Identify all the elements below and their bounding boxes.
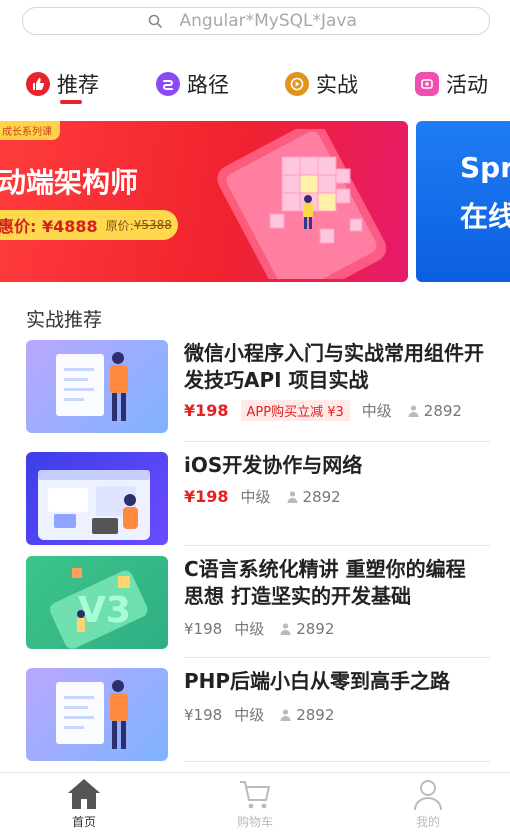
tab-label: 我的: [415, 815, 440, 829]
student-count: 2892: [287, 488, 341, 506]
path-icon: [156, 72, 180, 96]
course-price: ¥198: [184, 487, 229, 506]
course-title: PHP后端小白从零到高手之路: [184, 669, 451, 693]
divider: [184, 441, 490, 442]
course-title: 微信小程序入门与实战常用组件开发技巧API 项目实战: [184, 341, 484, 392]
thumbs-up-icon: [26, 72, 50, 96]
course-item[interactable]: 微信小程序入门与实战常用组件开发技巧API 项目实战 ¥198 APP购买立减 …: [26, 340, 490, 436]
tab-home[interactable]: 首页: [34, 777, 134, 830]
course-thumbnail: V3: [26, 556, 168, 649]
banner-price-orig: ¥5388: [133, 218, 172, 232]
course-thumbnail: [26, 668, 168, 761]
cube-phone-illustration: [217, 129, 387, 279]
course-thumbnail: [26, 452, 168, 545]
course-price: ¥198: [184, 705, 223, 724]
person-icon: [408, 404, 419, 417]
banner-line2: 在线: [460, 200, 510, 233]
nav-item-label: 实战: [316, 73, 358, 97]
svg-text:V3: V3: [78, 590, 131, 631]
person-icon: [287, 490, 298, 503]
divider: [184, 657, 490, 658]
course-meta: ¥198 中级 2892: [184, 618, 334, 639]
nav-item-path[interactable]: 路径: [156, 68, 229, 100]
course-meta: ¥198 APP购买立减 ¥3 中级 2892: [184, 400, 462, 421]
person-icon: [280, 708, 291, 721]
course-item[interactable]: PHP后端小白从零到高手之路 ¥198 中级 2892: [26, 668, 490, 764]
banner-price-now: 惠价: ¥4888: [0, 217, 98, 236]
course-meta: ¥198 中级 2892: [184, 486, 341, 507]
course-price: ¥198: [184, 619, 223, 638]
banner-architect[interactable]: 成长系列课 动端架构师 惠价: ¥4888 原价: ¥5388: [0, 121, 408, 282]
course-item[interactable]: V3 C语言系统化精讲 重塑你的编程思想 打造坚实的开发基础 ¥198 中级 2…: [26, 556, 490, 652]
banner-price-orig-label: 原价:: [105, 218, 134, 233]
banner-tag: 成长系列课: [0, 121, 60, 140]
user-icon: [414, 780, 442, 811]
student-count-value: 2892: [296, 619, 335, 638]
home-icon: [68, 779, 100, 809]
tab-me[interactable]: 我的: [378, 777, 478, 830]
active-tab-indicator: [60, 100, 82, 104]
search-icon: [148, 14, 162, 28]
student-count-value: 2892: [302, 487, 341, 506]
cart-icon: [240, 781, 270, 809]
nav-item-recommend[interactable]: 推荐: [26, 68, 99, 100]
student-count: 2892: [280, 706, 334, 724]
section-title: 实战推荐: [26, 309, 103, 331]
tab-cart[interactable]: 购物车: [205, 777, 305, 830]
nav-item-label: 推荐: [57, 73, 99, 97]
promo-badge: APP购买立减 ¥3: [240, 400, 350, 421]
student-count: 2892: [280, 620, 334, 638]
nav-item-activity[interactable]: 活动: [415, 68, 488, 100]
student-count: 2892: [408, 402, 462, 420]
banner-title: 动端架构师: [0, 166, 139, 199]
student-count-value: 2892: [423, 401, 462, 420]
person-icon: [280, 622, 291, 635]
student-count-value: 2892: [296, 705, 335, 724]
course-thumbnail: [26, 340, 168, 433]
course-level: 中级: [361, 402, 392, 420]
banner-spring[interactable]: Spr 在线: [416, 121, 510, 282]
course-price: ¥198: [184, 401, 229, 420]
course-item[interactable]: iOS开发协作与网络 ¥198 中级 2892: [26, 452, 490, 548]
course-title: C语言系统化精讲 重塑你的编程思想 打造坚实的开发基础: [184, 557, 466, 608]
course-meta: ¥198 中级 2892: [184, 704, 334, 725]
tab-label: 购物车: [236, 815, 273, 829]
nav-item-label: 路径: [187, 73, 229, 97]
bottom-tab-bar: 首页 购物车 我的: [0, 772, 510, 836]
search-input[interactable]: [179, 11, 365, 31]
course-level: 中级: [240, 488, 271, 506]
course-title: iOS开发协作与网络: [184, 453, 363, 477]
banner-line1: Spr: [460, 151, 510, 184]
tab-label: 首页: [71, 815, 96, 829]
nav-item-label: 活动: [446, 73, 488, 97]
play-icon: [285, 72, 309, 96]
banner-price: 惠价: ¥4888 原价: ¥5388: [0, 210, 178, 240]
divider: [184, 545, 490, 546]
nav-item-practice[interactable]: 实战: [285, 68, 358, 100]
gift-icon: [415, 72, 439, 96]
divider: [184, 761, 490, 762]
course-level: 中级: [234, 706, 265, 724]
search-bar[interactable]: [22, 7, 490, 35]
course-level: 中级: [234, 620, 265, 638]
